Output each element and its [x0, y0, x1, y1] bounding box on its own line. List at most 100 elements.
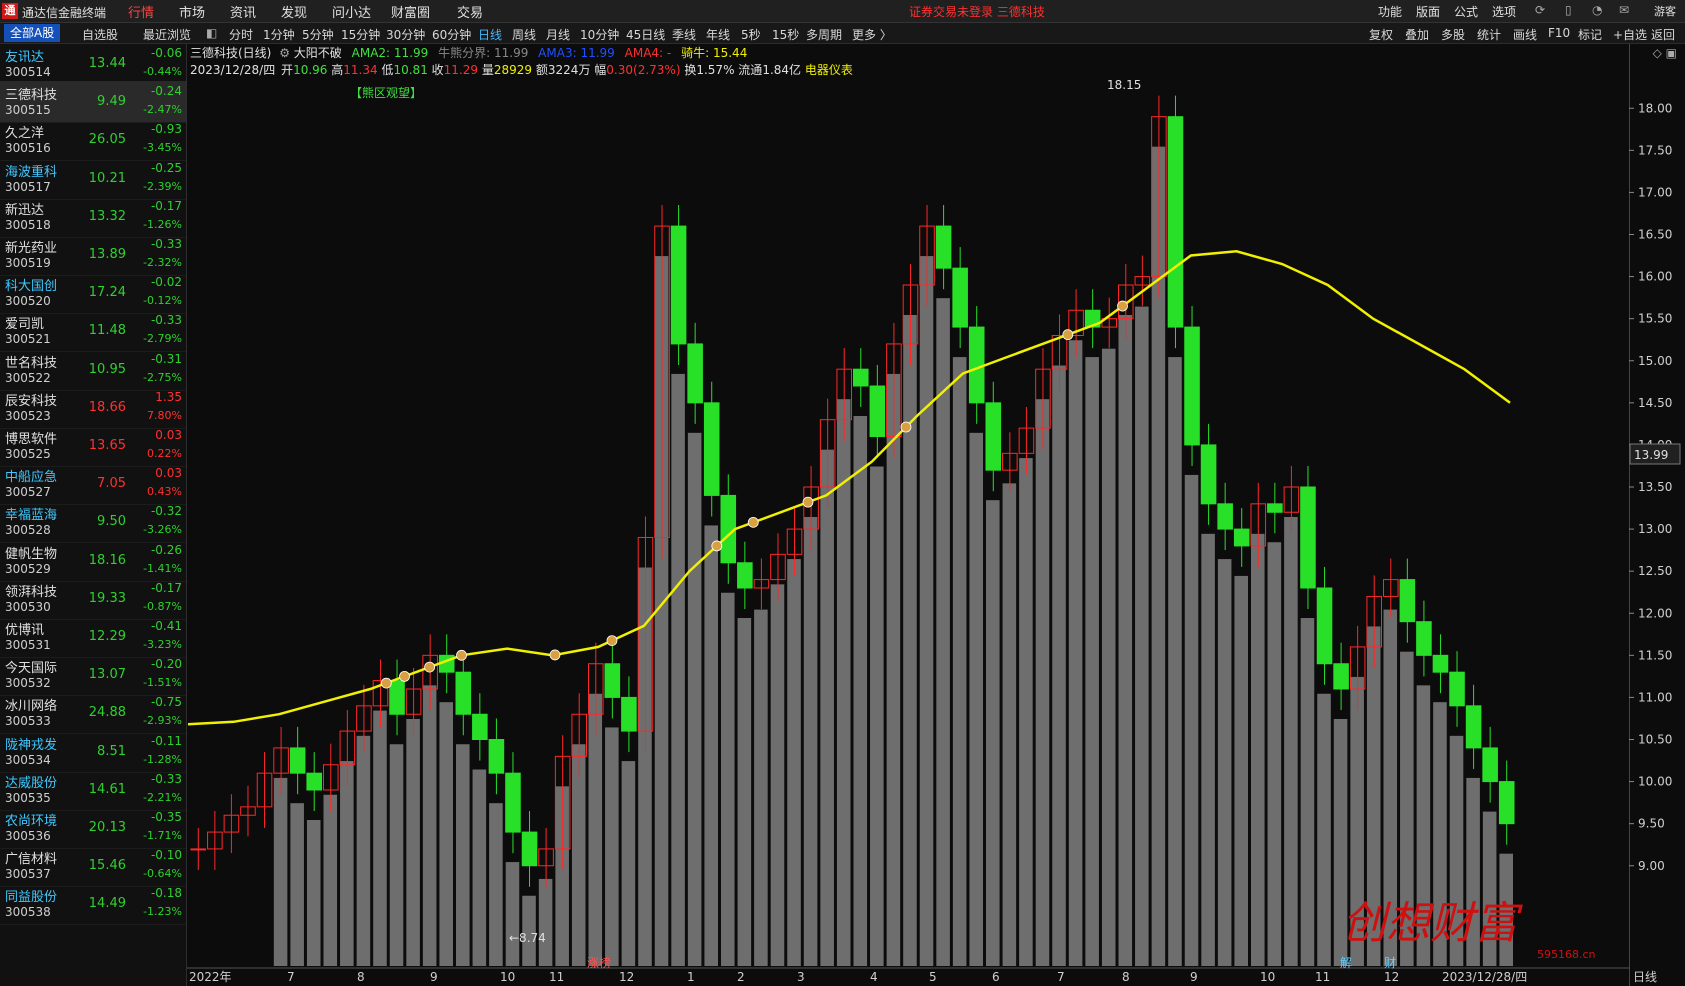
tab-period-multi[interactable]: 多周期	[806, 26, 842, 43]
tool-f10[interactable]: F10	[1548, 26, 1570, 40]
tab-period-45day[interactable]: 45日线	[626, 26, 665, 43]
top-menu-formula[interactable]: 公式	[1454, 3, 1478, 20]
tab-period-5sec[interactable]: 5秒	[741, 26, 761, 43]
login-status[interactable]: 证券交易未登录 三德科技	[909, 3, 1045, 20]
y-tick-label: 9.00	[1638, 859, 1665, 873]
stock-row[interactable]: 三德科技 300515 9.49 -0.24 -2.47%	[0, 81, 186, 124]
stock-row[interactable]: 达威股份 300535 14.61 -0.33 -2.21%	[0, 769, 186, 811]
tool-statistics[interactable]: 统计	[1477, 26, 1501, 43]
stock-change: -0.35	[150, 810, 182, 824]
event-marker-finance[interactable]: 财	[1384, 956, 1396, 970]
y-tick-label: 17.00	[1638, 185, 1672, 199]
tab-period-weekly[interactable]: 周线	[512, 26, 536, 43]
menu-item-market[interactable]: 市场	[179, 2, 205, 21]
candlestick-chart[interactable]: 18.00 17.50 17.00 16.50 16.00 15.50 15.00 14.50…	[187, 78, 1685, 986]
tab-all-a-shares[interactable]: 全部A股	[4, 24, 61, 42]
stock-percent: -2.21%	[143, 790, 182, 804]
indicator-name[interactable]: 大阳不破	[294, 46, 342, 60]
tool-multi-stock[interactable]: 多股	[1441, 26, 1465, 43]
industry-tag[interactable]: 电器仪表	[805, 63, 853, 77]
volume-bar	[754, 609, 768, 966]
stock-row[interactable]: 农尚环境 300536 20.13 -0.35 -1.71%	[0, 807, 186, 849]
tab-period-10min[interactable]: 10分钟	[580, 26, 619, 43]
tool-draw[interactable]: 画线	[1513, 26, 1537, 43]
candle-body	[1217, 503, 1233, 530]
stock-row[interactable]: 新迅达 300518 13.32 -0.17 -1.26%	[0, 196, 186, 238]
event-marker-unlock[interactable]: 解	[1340, 956, 1352, 970]
tab-period-30min[interactable]: 30分钟	[386, 26, 425, 43]
stock-row[interactable]: 世名科技 300522 10.95 -0.31 -2.75%	[0, 349, 186, 391]
tab-period-15sec[interactable]: 15秒	[772, 26, 799, 43]
menu-item-news[interactable]: 资讯	[230, 2, 256, 21]
settings-icon[interactable]: ⚙	[279, 46, 290, 60]
tab-watchlist[interactable]: 自选股	[82, 26, 118, 43]
stock-row[interactable]: 陇神戎发 300534 8.51 -0.11 -1.28%	[0, 731, 186, 773]
tab-period-yearly[interactable]: 年线	[706, 26, 730, 43]
phone-icon[interactable]: ▯	[1565, 3, 1572, 17]
menu-item-quotes[interactable]: 行情	[128, 2, 154, 21]
refresh-icon[interactable]: ⟳	[1535, 3, 1545, 17]
stock-row[interactable]: 优博讯 300531 12.29 -0.41 -3.23%	[0, 616, 186, 658]
volume-value: 28929	[493, 63, 533, 77]
tab-period-15min[interactable]: 15分钟	[341, 26, 380, 43]
stock-row[interactable]: 中船应急 300527 7.05 0.03 0.43%	[0, 463, 186, 506]
guest-label[interactable]: 游客	[1654, 3, 1676, 19]
volume-bar	[737, 618, 752, 966]
stock-row[interactable]: 领湃科技 300530 19.33 -0.17 -0.87%	[0, 578, 186, 620]
stock-row[interactable]: 博思软件 300525 13.65 0.03 0.22%	[0, 425, 186, 467]
top-menu-options[interactable]: 选项	[1492, 3, 1516, 20]
stock-row[interactable]: 健帆生物 300529 18.16 -0.26 -1.41%	[0, 540, 186, 582]
y-tick-label: 10.50	[1638, 733, 1672, 747]
menu-item-ask[interactable]: 问小达	[332, 2, 371, 21]
stock-row[interactable]: 广信材料 300537 15.46 -0.10 -0.64%	[0, 845, 186, 888]
menu-item-wealth[interactable]: 财富圈	[391, 2, 430, 21]
tab-period-60min[interactable]: 60分钟	[432, 26, 471, 43]
top-menu-layout[interactable]: 版面	[1416, 3, 1440, 20]
candle-body	[985, 402, 1002, 471]
stock-row[interactable]: 辰安科技 300523 18.66 1.35 7.80%	[0, 387, 186, 429]
tool-back[interactable]: 返回	[1651, 26, 1675, 43]
stock-percent: 0.43%	[147, 485, 182, 499]
menu-item-discover[interactable]: 发现	[281, 2, 307, 21]
stock-price: 18.66	[88, 399, 126, 415]
tool-add-watchlist[interactable]: +自选	[1613, 26, 1647, 43]
tool-adjust[interactable]: 复权	[1369, 26, 1393, 43]
tool-mark[interactable]: 标记	[1578, 26, 1602, 43]
user-icon[interactable]: ◔	[1592, 3, 1602, 17]
mail-icon[interactable]: ✉	[1619, 3, 1629, 17]
panel-toggle-icon[interactable]: ◧	[206, 26, 217, 40]
x-tick-label: 7	[1057, 970, 1065, 984]
stock-row[interactable]: 新光药业 300519 13.89 -0.33 -2.32%	[0, 234, 186, 276]
tab-period-intraday[interactable]: 分时	[229, 26, 253, 43]
tab-period-monthly[interactable]: 月线	[546, 26, 570, 43]
volume-bar	[290, 803, 304, 966]
tool-overlay[interactable]: 叠加	[1405, 26, 1429, 43]
tab-period-daily[interactable]: 日线	[478, 26, 502, 43]
stock-row[interactable]: 海波重科 300517 10.21 -0.25 -2.39%	[0, 158, 186, 200]
tab-period-5min[interactable]: 5分钟	[302, 26, 334, 43]
stock-row[interactable]: 爱司凯 300521 11.48 -0.33 -2.79%	[0, 310, 186, 353]
tab-recent[interactable]: 最近浏览	[143, 26, 191, 43]
x-tick-label: 6	[992, 970, 1000, 984]
tab-period-1min[interactable]: 1分钟	[263, 26, 295, 43]
stock-name: 幸福蓝海	[5, 508, 58, 524]
stock-row[interactable]: 久之洋 300516 26.05 -0.93 -3.45%	[0, 119, 186, 162]
menu-item-trade[interactable]: 交易	[457, 2, 483, 21]
stock-row[interactable]: 冰川网络 300533 24.88 -0.75 -2.93%	[0, 692, 186, 735]
stock-code: 300519	[5, 256, 51, 270]
tab-period-more[interactable]: 更多 〉	[852, 26, 892, 43]
money-bag-icon	[380, 677, 392, 689]
diamond-icon[interactable]: ◇	[1653, 46, 1662, 60]
event-marker-list[interactable]: 涨榜	[587, 955, 611, 970]
stock-row[interactable]: 幸福蓝海 300528 9.50 -0.32 -3.26%	[0, 501, 186, 544]
stock-row[interactable]: 同益股份 300538 14.49 -0.18 -1.23%	[0, 883, 186, 926]
window-icon[interactable]: ▣	[1666, 46, 1677, 60]
stock-row[interactable]: 科大国创 300520 17.24 -0.02 -0.12%	[0, 272, 186, 315]
tab-period-quarterly[interactable]: 季线	[672, 26, 696, 43]
stock-row[interactable]: 友讯达 300514 13.44 -0.06 -0.44%	[0, 43, 186, 85]
volume-bar	[919, 256, 934, 966]
top-menu-function[interactable]: 功能	[1378, 3, 1402, 20]
stock-row[interactable]: 今天国际 300532 13.07 -0.20 -1.51%	[0, 654, 186, 697]
stock-code: 300531	[5, 638, 51, 652]
x-tick-label: 2023/12/28/四	[1442, 970, 1527, 984]
